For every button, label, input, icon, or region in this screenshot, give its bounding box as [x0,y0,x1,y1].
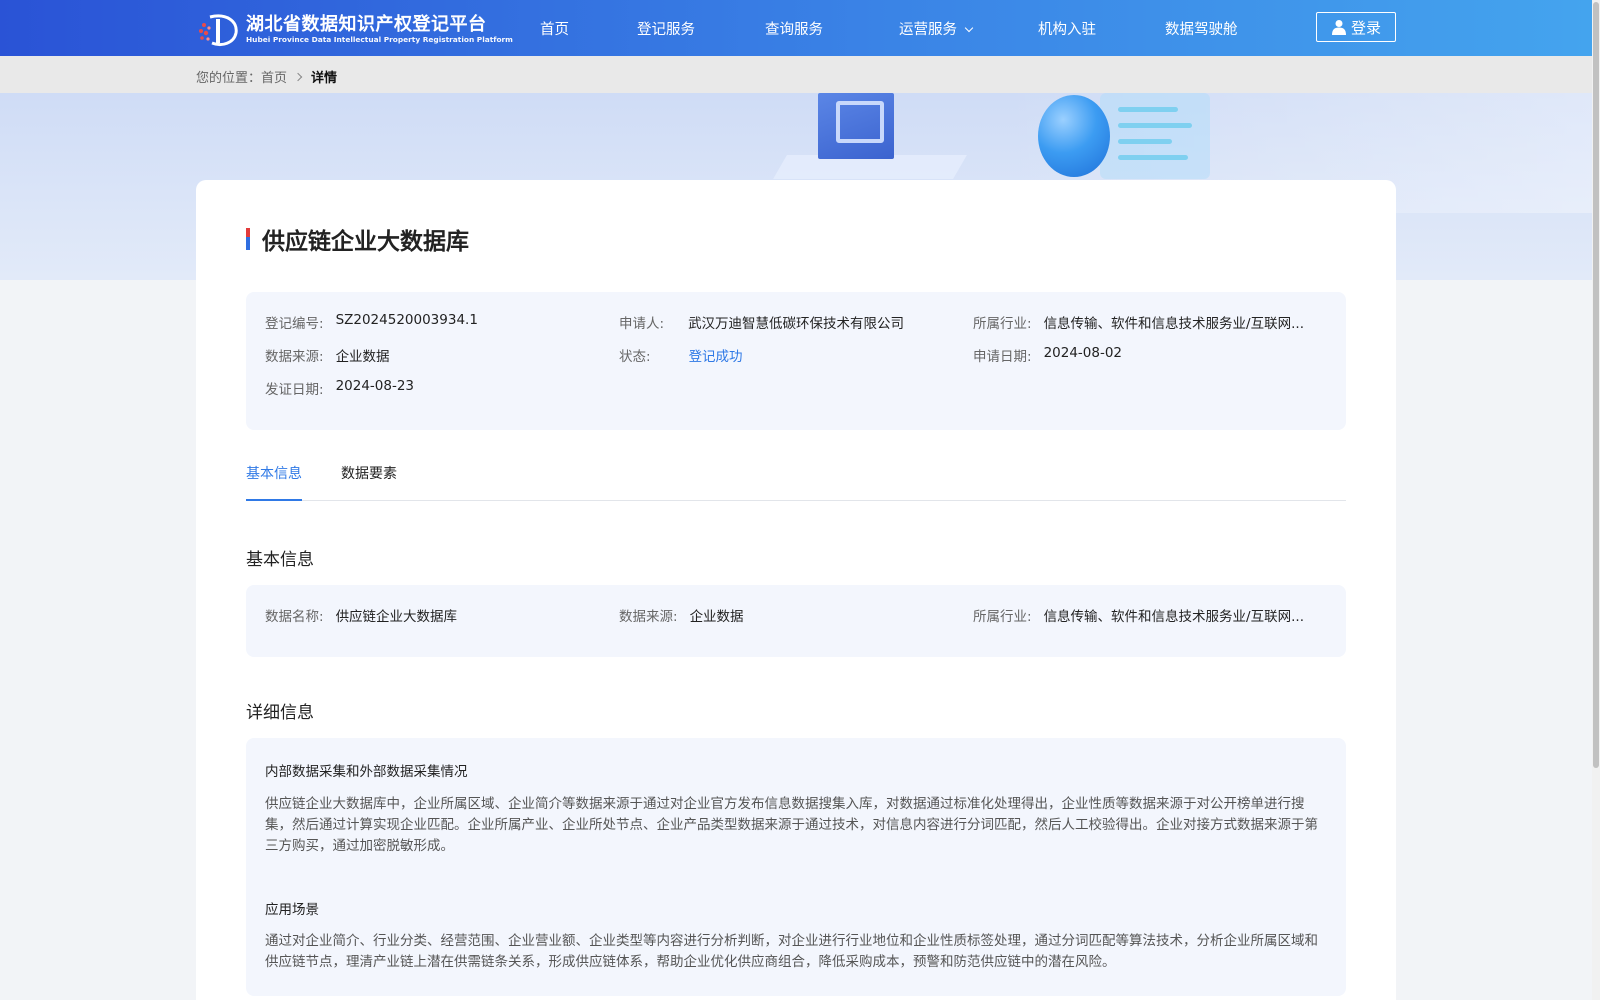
nav-institution-entry[interactable]: 机构入驻 [1038,18,1096,39]
basic-info-panel: 数据名称: 供应链企业大数据库 数据来源: 企业数据 所属行业: 信息传输、软件… [246,585,1346,657]
basic-industry-label: 所属行业: [973,609,1032,625]
scenario-text: 通过对企业简介、行业分类、经营范围、企业营业额、企业类型等内容进行分析判断，对企… [265,933,1318,970]
login-button[interactable]: 登录 [1316,12,1396,42]
apply-date-label: 申请日期: [973,349,1032,365]
tab-data-elements[interactable]: 数据要素 [341,463,397,501]
status-value: 登记成功 [688,349,743,365]
nav-data-cockpit[interactable]: 数据驾驶舱 [1165,18,1238,39]
login-label: 登录 [1350,18,1381,37]
source-label: 数据来源: [265,349,324,365]
chevron-down-icon [964,23,974,33]
apply-date-field: 申请日期: 2024-08-02 [973,345,1122,365]
logo-subtitle: Hubei Province Data Intellectual Propert… [246,35,513,44]
source-value: 企业数据 [335,349,390,365]
page-scrollbar[interactable] [1592,0,1600,1000]
status-label: 状态: [619,349,651,365]
scenario-title: 应用场景 [265,902,319,918]
applicant-field: 申请人: 武汉万迪智慧低碳环保技术有限公司 [619,312,904,332]
tab-basic-info[interactable]: 基本信息 [246,463,302,501]
data-name-field: 数据名称: 供应链企业大数据库 [265,605,457,625]
logo-title: 湖北省数据知识产权登记平台 [246,14,487,35]
top-navbar: 湖北省数据知识产权登记平台 Hubei Province Data Intell… [0,0,1592,56]
collection-title: 内部数据采集和外部数据采集情况 [265,764,468,780]
summary-panel: 登记编号: SZ2024520003934.1 申请人: 武汉万迪智慧低碳环保技… [246,292,1346,430]
industry-label: 所属行业: [973,316,1032,332]
details-panel: 内部数据采集和外部数据采集情况 供应链企业大数据库中，企业所属区域、企业简介等数… [246,738,1346,996]
banner-sphere-shape [1038,95,1110,177]
apply-date-value: 2024-08-02 [1043,345,1123,361]
applicant-value: 武汉万迪智慧低碳环保技术有限公司 [688,316,905,332]
nav-registration-service[interactable]: 登记服务 [637,18,695,39]
scrollbar-thumb[interactable] [1593,2,1599,768]
breadcrumb-home[interactable]: 首页 [261,67,287,86]
industry-value: 信息传输、软件和信息技术服务业/互联网... [1043,316,1304,332]
details-section-title: 详细信息 [246,703,314,723]
image-frame-icon [818,93,894,159]
detail-tabs: 基本信息 数据要素 [246,463,1346,501]
title-row: 供应链企业大数据库 [246,222,469,256]
data-name-value: 供应链企业大数据库 [335,609,458,625]
breadcrumb-current: 详情 [311,71,338,86]
reg-no-field: 登记编号: SZ2024520003934.1 [265,312,478,332]
basic-source-value: 企业数据 [689,609,744,625]
nav-home[interactable]: 首页 [540,18,569,39]
breadcrumb-prefix: 您的位置： [196,71,262,86]
industry-field: 所属行业: 信息传输、软件和信息技术服务业/互联网... [973,312,1323,332]
collection-text: 供应链企业大数据库中，企业所属区域、企业简介等数据来源于通过对企业官方发布信息数… [265,796,1318,854]
banner-document-shape [1100,93,1210,179]
nav-operation-service[interactable]: 运营服务 [899,18,974,39]
nav-query-service[interactable]: 查询服务 [765,18,823,39]
breadcrumb-bar: 您的位置： 首页 详情 [0,56,1592,93]
data-name-label: 数据名称: [265,609,324,625]
breadcrumb: 您的位置： 首页 详情 [196,67,337,86]
basic-section-title: 基本信息 [246,550,314,570]
issue-date-label: 发证日期: [265,382,324,398]
basic-source-label: 数据来源: [619,609,678,625]
basic-source-field: 数据来源: 企业数据 [619,605,744,625]
reg-no-value: SZ2024520003934.1 [335,312,478,328]
applicant-label: 申请人: [619,316,665,332]
source-field: 数据来源: 企业数据 [265,345,390,365]
issue-date-value: 2024-08-23 [335,378,415,394]
detail-card: 供应链企业大数据库 登记编号: SZ2024520003934.1 申请人: 武… [196,180,1396,1000]
title-accent-bar [246,228,250,250]
reg-no-label: 登记编号: [265,316,324,332]
status-field: 状态: 登记成功 [619,345,743,365]
basic-industry-field: 所属行业: 信息传输、软件和信息技术服务业/互联网... [973,605,1323,625]
nav-operation-service-label: 运营服务 [899,22,957,38]
chevron-right-icon [293,72,303,81]
user-icon [1331,20,1346,35]
issue-date-field: 发证日期: 2024-08-23 [265,378,414,398]
platform-logo[interactable]: 湖北省数据知识产权登记平台 Hubei Province Data Intell… [196,13,513,47]
logo-emblem-icon [196,13,242,47]
page-title: 供应链企业大数据库 [262,229,469,255]
basic-industry-value: 信息传输、软件和信息技术服务业/互联网... [1043,609,1304,625]
